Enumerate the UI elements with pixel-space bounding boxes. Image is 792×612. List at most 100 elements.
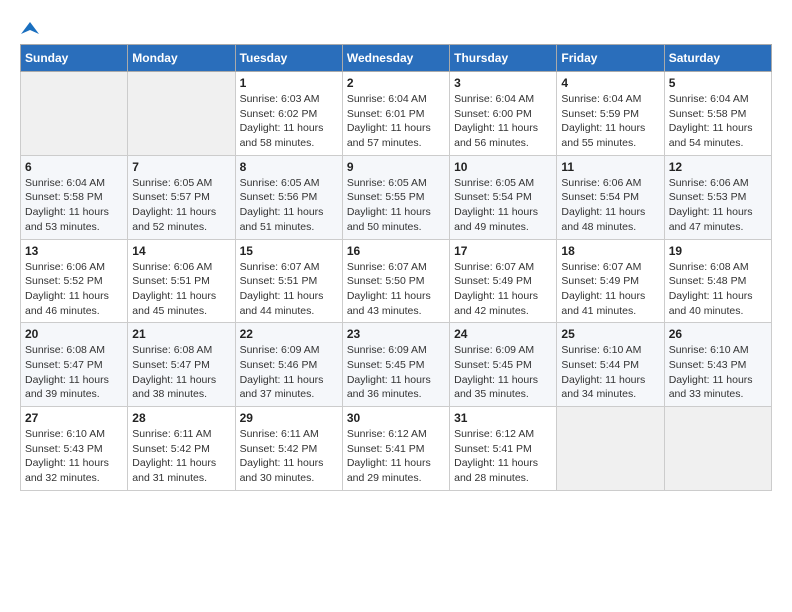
calendar-cell: 14 Sunrise: 6:06 AMSunset: 5:51 PMDayligh… [128, 239, 235, 323]
calendar-header-row: SundayMondayTuesdayWednesdayThursdayFrid… [21, 45, 772, 72]
day-number: 14 [132, 244, 230, 258]
calendar-cell: 30 Sunrise: 6:12 AMSunset: 5:41 PMDayligh… [342, 407, 449, 491]
day-info: Sunrise: 6:05 AMSunset: 5:55 PMDaylight:… [347, 176, 445, 235]
calendar-cell: 6 Sunrise: 6:04 AMSunset: 5:58 PMDaylight… [21, 155, 128, 239]
day-info: Sunrise: 6:12 AMSunset: 5:41 PMDaylight:… [347, 427, 445, 486]
day-number: 8 [240, 160, 338, 174]
day-info: Sunrise: 6:09 AMSunset: 5:46 PMDaylight:… [240, 343, 338, 402]
day-number: 27 [25, 411, 123, 425]
day-info: Sunrise: 6:05 AMSunset: 5:54 PMDaylight:… [454, 176, 552, 235]
calendar-cell: 4 Sunrise: 6:04 AMSunset: 5:59 PMDaylight… [557, 72, 664, 156]
day-of-week-header: Monday [128, 45, 235, 72]
day-number: 17 [454, 244, 552, 258]
day-info: Sunrise: 6:09 AMSunset: 5:45 PMDaylight:… [347, 343, 445, 402]
day-info: Sunrise: 6:08 AMSunset: 5:48 PMDaylight:… [669, 260, 767, 319]
day-number: 19 [669, 244, 767, 258]
day-number: 25 [561, 327, 659, 341]
day-number: 9 [347, 160, 445, 174]
day-of-week-header: Saturday [664, 45, 771, 72]
day-number: 20 [25, 327, 123, 341]
calendar-week-row: 6 Sunrise: 6:04 AMSunset: 5:58 PMDaylight… [21, 155, 772, 239]
day-number: 30 [347, 411, 445, 425]
day-info: Sunrise: 6:06 AMSunset: 5:51 PMDaylight:… [132, 260, 230, 319]
day-number: 12 [669, 160, 767, 174]
calendar-cell: 5Sunrise: 6:04 AMSunset: 5:58 PMDaylight… [664, 72, 771, 156]
day-info: Sunrise: 6:06 AMSunset: 5:52 PMDaylight:… [25, 260, 123, 319]
day-number: 23 [347, 327, 445, 341]
logo-bird-icon [21, 20, 39, 38]
day-number: 11 [561, 160, 659, 174]
day-info: Sunrise: 6:08 AMSunset: 5:47 PMDaylight:… [25, 343, 123, 402]
calendar-cell [557, 407, 664, 491]
day-number: 29 [240, 411, 338, 425]
day-number: 18 [561, 244, 659, 258]
day-number: 10 [454, 160, 552, 174]
calendar-cell: 2 Sunrise: 6:04 AMSunset: 6:01 PMDaylight… [342, 72, 449, 156]
day-number: 15 [240, 244, 338, 258]
calendar-week-row: 27 Sunrise: 6:10 AMSunset: 5:43 PMDayligh… [21, 407, 772, 491]
day-info: Sunrise: 6:04 AMSunset: 5:58 PMDaylight:… [669, 92, 767, 151]
day-info: Sunrise: 6:11 AMSunset: 5:42 PMDaylight:… [240, 427, 338, 486]
calendar-cell: 21Sunrise: 6:08 AMSunset: 5:47 PMDayligh… [128, 323, 235, 407]
calendar-cell: 22 Sunrise: 6:09 AMSunset: 5:46 PMDayligh… [235, 323, 342, 407]
day-number: 22 [240, 327, 338, 341]
day-of-week-header: Tuesday [235, 45, 342, 72]
day-number: 24 [454, 327, 552, 341]
day-info: Sunrise: 6:07 AMSunset: 5:51 PMDaylight:… [240, 260, 338, 319]
calendar-cell: 12 Sunrise: 6:06 AMSunset: 5:53 PMDayligh… [664, 155, 771, 239]
calendar-table: SundayMondayTuesdayWednesdayThursdayFrid… [20, 44, 772, 491]
day-info: Sunrise: 6:04 AMSunset: 6:01 PMDaylight:… [347, 92, 445, 151]
day-info: Sunrise: 6:06 AMSunset: 5:54 PMDaylight:… [561, 176, 659, 235]
day-info: Sunrise: 6:07 AMSunset: 5:49 PMDaylight:… [454, 260, 552, 319]
day-info: Sunrise: 6:04 AMSunset: 5:59 PMDaylight:… [561, 92, 659, 151]
calendar-cell: 15 Sunrise: 6:07 AMSunset: 5:51 PMDayligh… [235, 239, 342, 323]
day-of-week-header: Wednesday [342, 45, 449, 72]
calendar-cell [21, 72, 128, 156]
day-info: Sunrise: 6:10 AMSunset: 5:43 PMDaylight:… [669, 343, 767, 402]
day-info: Sunrise: 6:04 AMSunset: 5:58 PMDaylight:… [25, 176, 123, 235]
calendar-cell: 29 Sunrise: 6:11 AMSunset: 5:42 PMDayligh… [235, 407, 342, 491]
calendar-cell: 3Sunrise: 6:04 AMSunset: 6:00 PMDaylight… [450, 72, 557, 156]
calendar-cell: 26 Sunrise: 6:10 AMSunset: 5:43 PMDayligh… [664, 323, 771, 407]
calendar-cell: 28Sunrise: 6:11 AMSunset: 5:42 PMDayligh… [128, 407, 235, 491]
day-info: Sunrise: 6:05 AMSunset: 5:56 PMDaylight:… [240, 176, 338, 235]
calendar-cell: 31Sunrise: 6:12 AMSunset: 5:41 PMDayligh… [450, 407, 557, 491]
day-number: 1 [240, 76, 338, 90]
day-info: Sunrise: 6:10 AMSunset: 5:43 PMDaylight:… [25, 427, 123, 486]
calendar-cell: 11 Sunrise: 6:06 AMSunset: 5:54 PMDayligh… [557, 155, 664, 239]
calendar-cell: 9 Sunrise: 6:05 AMSunset: 5:55 PMDaylight… [342, 155, 449, 239]
calendar-cell: 25 Sunrise: 6:10 AMSunset: 5:44 PMDayligh… [557, 323, 664, 407]
calendar-cell: 17 Sunrise: 6:07 AMSunset: 5:49 PMDayligh… [450, 239, 557, 323]
day-info: Sunrise: 6:10 AMSunset: 5:44 PMDaylight:… [561, 343, 659, 402]
calendar-cell [664, 407, 771, 491]
calendar-cell: 1 Sunrise: 6:03 AMSunset: 6:02 PMDaylight… [235, 72, 342, 156]
day-number: 28 [132, 411, 230, 425]
day-of-week-header: Thursday [450, 45, 557, 72]
calendar-week-row: 20 Sunrise: 6:08 AMSunset: 5:47 PMDayligh… [21, 323, 772, 407]
calendar-cell: 24 Sunrise: 6:09 AMSunset: 5:45 PMDayligh… [450, 323, 557, 407]
day-number: 13 [25, 244, 123, 258]
day-number: 6 [25, 160, 123, 174]
day-number: 7 [132, 160, 230, 174]
calendar-cell: 19 Sunrise: 6:08 AMSunset: 5:48 PMDayligh… [664, 239, 771, 323]
day-info: Sunrise: 6:03 AMSunset: 6:02 PMDaylight:… [240, 92, 338, 151]
day-number: 4 [561, 76, 659, 90]
day-info: Sunrise: 6:05 AMSunset: 5:57 PMDaylight:… [132, 176, 230, 235]
calendar-cell: 20 Sunrise: 6:08 AMSunset: 5:47 PMDayligh… [21, 323, 128, 407]
calendar-cell: 18 Sunrise: 6:07 AMSunset: 5:49 PMDayligh… [557, 239, 664, 323]
calendar-cell: 8 Sunrise: 6:05 AMSunset: 5:56 PMDaylight… [235, 155, 342, 239]
day-number: 26 [669, 327, 767, 341]
day-number: 2 [347, 76, 445, 90]
page-header [20, 20, 772, 34]
day-info: Sunrise: 6:06 AMSunset: 5:53 PMDaylight:… [669, 176, 767, 235]
day-info: Sunrise: 6:07 AMSunset: 5:49 PMDaylight:… [561, 260, 659, 319]
day-info: Sunrise: 6:07 AMSunset: 5:50 PMDaylight:… [347, 260, 445, 319]
day-of-week-header: Friday [557, 45, 664, 72]
day-info: Sunrise: 6:09 AMSunset: 5:45 PMDaylight:… [454, 343, 552, 402]
calendar-cell [128, 72, 235, 156]
day-number: 3 [454, 76, 552, 90]
logo [20, 20, 40, 34]
calendar-cell: 16 Sunrise: 6:07 AMSunset: 5:50 PMDayligh… [342, 239, 449, 323]
day-number: 16 [347, 244, 445, 258]
calendar-cell: 13 Sunrise: 6:06 AMSunset: 5:52 PMDayligh… [21, 239, 128, 323]
